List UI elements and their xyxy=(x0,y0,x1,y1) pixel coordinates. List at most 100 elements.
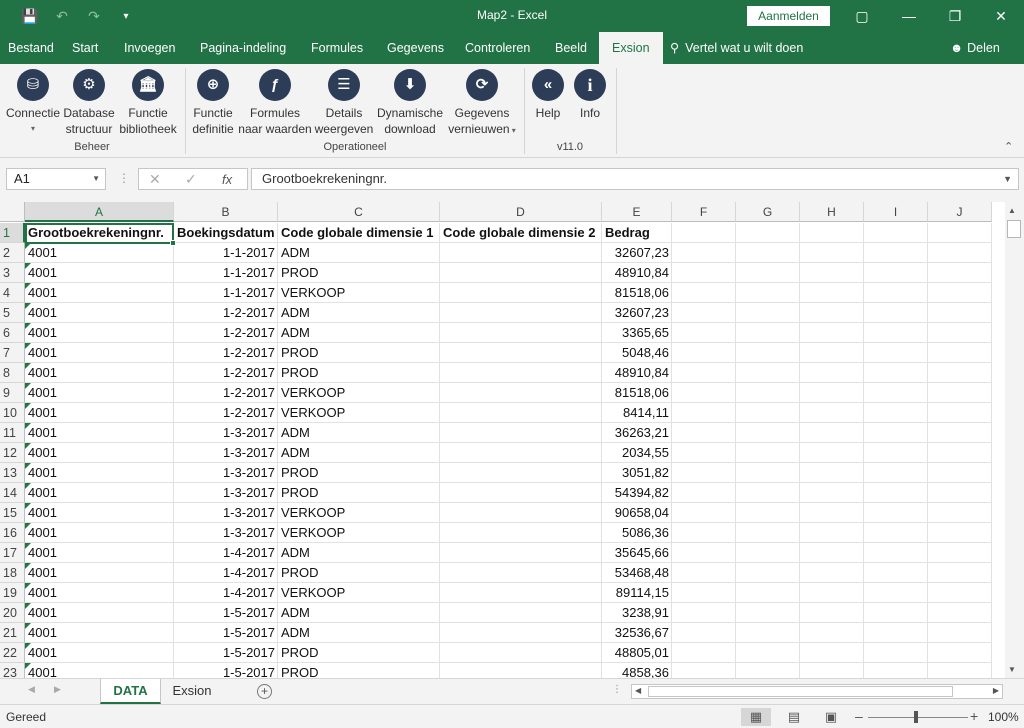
table-cell[interactable] xyxy=(672,423,736,443)
collapse-ribbon-icon[interactable]: ⌃ xyxy=(1004,140,1013,153)
number-as-text-indicator-icon[interactable] xyxy=(25,323,31,329)
table-cell[interactable] xyxy=(864,623,928,643)
table-cell[interactable] xyxy=(736,483,800,503)
table-cell[interactable] xyxy=(736,503,800,523)
table-cell[interactable] xyxy=(928,283,992,303)
table-cell[interactable]: 1-5-2017 xyxy=(174,663,278,678)
header-cell[interactable]: Code globale dimensie 2 xyxy=(440,223,602,243)
table-cell[interactable] xyxy=(800,583,864,603)
page-layout-view-icon[interactable]: ▤ xyxy=(779,708,809,726)
table-cell[interactable]: 4001 xyxy=(25,243,174,263)
table-cell[interactable]: 3238,91 xyxy=(602,603,672,623)
table-cell[interactable] xyxy=(928,323,992,343)
table-cell[interactable] xyxy=(800,523,864,543)
table-cell[interactable] xyxy=(800,343,864,363)
table-cell[interactable] xyxy=(928,583,992,603)
tab-exsion[interactable]: Exsion xyxy=(599,32,663,64)
table-cell[interactable]: 5048,46 xyxy=(602,343,672,363)
tab-pagina-indeling[interactable]: Pagina-indeling xyxy=(200,32,286,64)
table-cell[interactable]: 4001 xyxy=(25,263,174,283)
table-cell[interactable]: ADM xyxy=(278,543,440,563)
column-header-e[interactable]: E xyxy=(602,202,672,222)
table-cell[interactable] xyxy=(928,243,992,263)
table-cell[interactable] xyxy=(864,283,928,303)
table-cell[interactable]: VERKOOP xyxy=(278,283,440,303)
table-cell[interactable]: 4001 xyxy=(25,343,174,363)
sheet-tab-data[interactable]: DATA xyxy=(100,679,161,704)
table-cell[interactable] xyxy=(440,643,602,663)
table-cell[interactable] xyxy=(928,383,992,403)
table-cell[interactable] xyxy=(800,443,864,463)
table-cell[interactable]: 1-2-2017 xyxy=(174,343,278,363)
table-cell[interactable]: PROD xyxy=(278,363,440,383)
table-cell[interactable]: 1-2-2017 xyxy=(174,303,278,323)
table-cell[interactable]: 35645,66 xyxy=(602,543,672,563)
formules-naar-waarden-button[interactable]: ƒ Formules naar waarden xyxy=(238,69,312,137)
number-as-text-indicator-icon[interactable] xyxy=(25,483,31,489)
table-cell[interactable]: 48910,84 xyxy=(602,363,672,383)
table-cell[interactable]: PROD xyxy=(278,563,440,583)
tab-formules[interactable]: Formules xyxy=(311,32,363,64)
dynamische-download-button[interactable]: ⬇ Dynamische download xyxy=(375,69,445,137)
table-cell[interactable] xyxy=(440,343,602,363)
table-cell[interactable] xyxy=(800,263,864,283)
table-cell[interactable]: 4001 xyxy=(25,403,174,423)
table-cell[interactable] xyxy=(864,323,928,343)
table-cell[interactable]: 1-4-2017 xyxy=(174,543,278,563)
table-cell[interactable] xyxy=(736,303,800,323)
expand-formula-bar-icon[interactable]: ▼ xyxy=(1003,169,1012,189)
table-cell[interactable]: 32536,67 xyxy=(602,623,672,643)
zoom-out-icon[interactable]: – xyxy=(855,708,863,724)
table-cell[interactable] xyxy=(440,623,602,643)
gegevens-vernieuwen-button[interactable]: ⟳ Gegevens vernieuwen ▾ xyxy=(445,69,519,139)
signin-button[interactable]: Aanmelden xyxy=(747,6,830,26)
table-cell[interactable]: 3365,65 xyxy=(602,323,672,343)
table-cell[interactable]: 1-4-2017 xyxy=(174,563,278,583)
table-cell[interactable] xyxy=(736,463,800,483)
scroll-right-icon[interactable]: ▶ xyxy=(993,686,999,695)
row-header[interactable]: 3 xyxy=(0,263,25,283)
table-cell[interactable] xyxy=(440,603,602,623)
table-cell[interactable] xyxy=(440,563,602,583)
table-cell[interactable] xyxy=(736,663,800,678)
table-cell[interactable] xyxy=(440,423,602,443)
table-cell[interactable]: 2034,55 xyxy=(602,443,672,463)
header-cell[interactable]: Code globale dimensie 1 xyxy=(278,223,440,243)
formula-bar-grip-icon[interactable]: ⋮ xyxy=(118,171,130,185)
table-cell[interactable] xyxy=(864,563,928,583)
table-cell[interactable] xyxy=(440,463,602,483)
chevron-down-icon[interactable]: ▼ xyxy=(92,169,100,189)
vertical-scrollbar[interactable]: ▲ ▼ xyxy=(1005,202,1024,678)
table-cell[interactable] xyxy=(864,663,928,678)
table-cell[interactable] xyxy=(736,543,800,563)
functie-bibliotheek-button[interactable]: 🏛 Functie bibliotheek xyxy=(116,69,180,137)
table-cell[interactable]: 1-3-2017 xyxy=(174,523,278,543)
table-cell[interactable]: 4001 xyxy=(25,483,174,503)
table-cell[interactable]: 54394,82 xyxy=(602,483,672,503)
table-cell[interactable] xyxy=(672,663,736,678)
zoom-slider-knob[interactable] xyxy=(914,711,918,723)
number-as-text-indicator-icon[interactable] xyxy=(25,263,31,269)
row-header[interactable]: 20 xyxy=(0,603,25,623)
number-as-text-indicator-icon[interactable] xyxy=(25,343,31,349)
table-cell[interactable]: PROD xyxy=(278,263,440,283)
row-header[interactable]: 14 xyxy=(0,483,25,503)
header-cell[interactable]: Grootboekrekeningnr. xyxy=(25,223,174,243)
table-cell[interactable]: 1-1-2017 xyxy=(174,263,278,283)
table-cell[interactable]: 3051,82 xyxy=(602,463,672,483)
table-cell[interactable] xyxy=(736,343,800,363)
table-cell[interactable] xyxy=(864,463,928,483)
table-cell[interactable] xyxy=(736,623,800,643)
horizontal-scrollbar[interactable]: ◀ ▶ xyxy=(631,684,1003,699)
connectie-button[interactable]: ⛁ Connectie ▾ xyxy=(4,69,62,137)
number-as-text-indicator-icon[interactable] xyxy=(25,543,31,549)
table-cell[interactable]: ADM xyxy=(278,323,440,343)
number-as-text-indicator-icon[interactable] xyxy=(25,623,31,629)
sheet-tab-exsion[interactable]: Exsion xyxy=(163,679,221,704)
table-cell[interactable]: 4001 xyxy=(25,423,174,443)
table-cell[interactable] xyxy=(736,523,800,543)
table-cell[interactable]: 1-3-2017 xyxy=(174,463,278,483)
header-cell[interactable] xyxy=(800,223,864,243)
functie-definitie-button[interactable]: ⊕ Functie definitie xyxy=(188,69,238,137)
table-cell[interactable]: 1-3-2017 xyxy=(174,443,278,463)
